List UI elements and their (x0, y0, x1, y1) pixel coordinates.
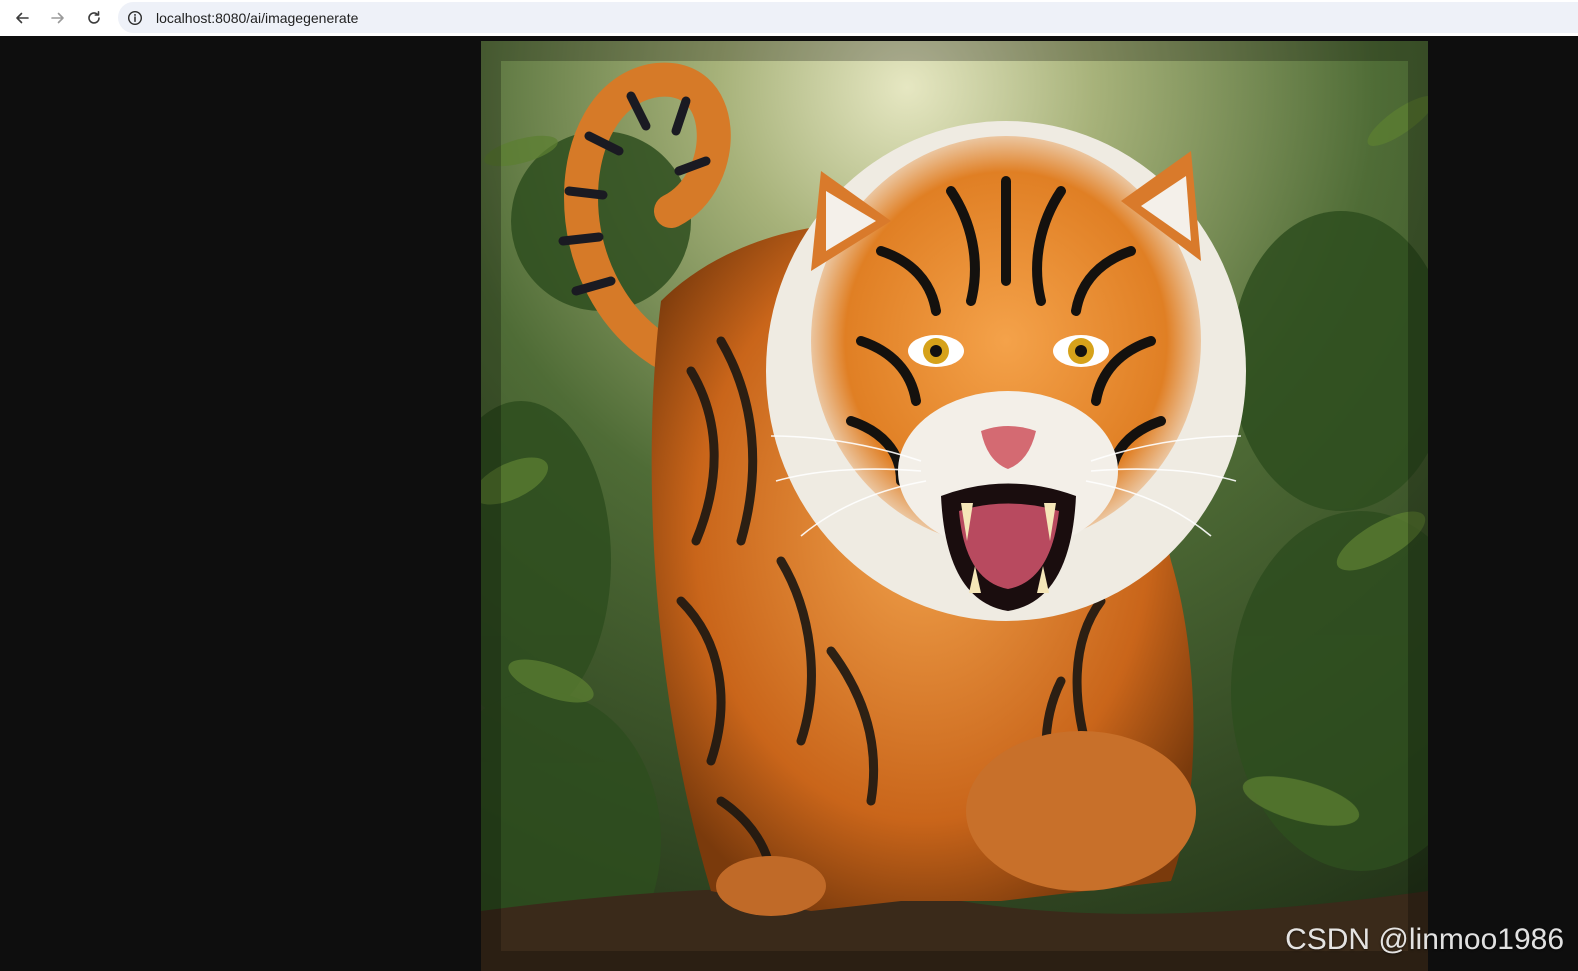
arrow-left-icon (16, 12, 29, 24)
reload-icon (88, 11, 100, 24)
watermark: CSDN @linmoo1986 (1285, 923, 1564, 956)
browser-toolbar: localhost:8080/ai/imagegenerate (0, 0, 1578, 36)
forward-button[interactable] (40, 0, 76, 36)
info-icon[interactable] (126, 9, 144, 27)
reload-button[interactable] (76, 0, 112, 36)
arrow-right-icon (51, 12, 64, 24)
generated-tiger-image (481, 41, 1428, 971)
page-viewport: CSDN @linmoo1986 (0, 41, 1578, 971)
url-text[interactable]: localhost:8080/ai/imagegenerate (156, 10, 358, 26)
back-button[interactable] (4, 0, 40, 36)
tiger-illustration (481, 41, 1428, 971)
address-bar[interactable]: localhost:8080/ai/imagegenerate (118, 2, 1578, 33)
